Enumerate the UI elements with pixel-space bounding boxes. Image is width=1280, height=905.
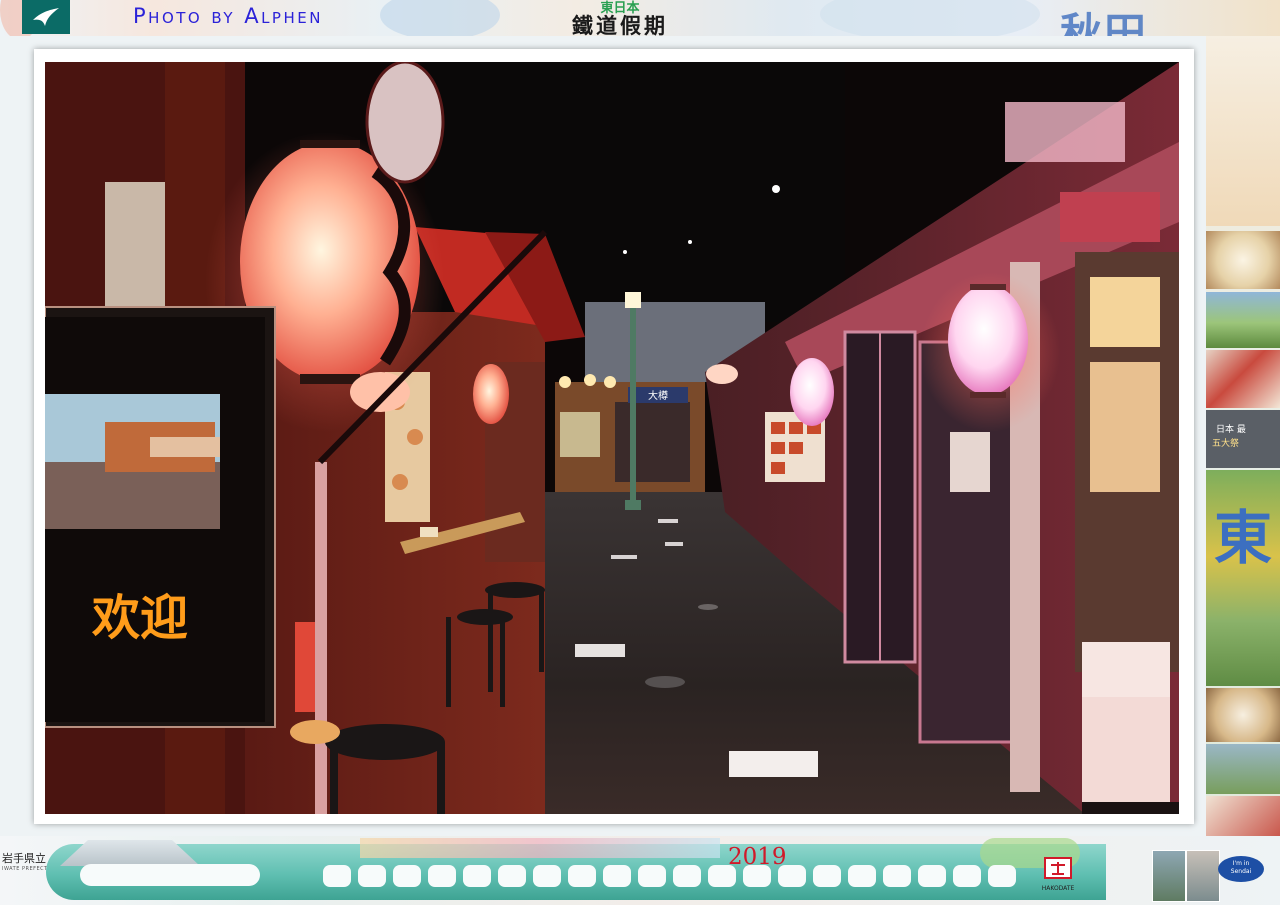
collage-tile	[1206, 350, 1280, 408]
collage-tile	[1206, 36, 1280, 226]
collage-tile	[1206, 744, 1280, 794]
train-window	[568, 865, 596, 887]
led-welcome-sign: 欢迎	[91, 590, 188, 646]
train-window	[883, 865, 911, 887]
collage-tile: 日本 最 五大祭	[1206, 410, 1280, 468]
rail-brand-logo: 東日本 鐵道假期	[450, 0, 790, 36]
sendai-badge-line2: Sendai	[1230, 868, 1252, 875]
train-window	[393, 865, 421, 887]
train-window	[638, 865, 666, 887]
train-nose-window	[80, 864, 260, 886]
banner-decoration	[360, 838, 720, 858]
train-window	[498, 865, 526, 887]
sendai-badge-line1: I'm in	[1232, 860, 1250, 867]
train-window	[848, 865, 876, 887]
train-window	[603, 865, 631, 887]
train-window	[463, 865, 491, 887]
train-window	[813, 865, 841, 887]
hakodate-mascot-icon: HAKODATE	[1040, 856, 1076, 892]
banner-decoration	[820, 0, 1040, 36]
collage-thumbnail	[1152, 850, 1186, 902]
year-label: 2019	[728, 844, 787, 870]
collage-tile	[1206, 796, 1280, 836]
train-window	[673, 865, 701, 887]
crane-logo-icon	[22, 0, 70, 34]
train-window	[358, 865, 386, 887]
rail-brand-main: 鐵道假期	[572, 13, 668, 36]
akita-text: 秋田	[1060, 9, 1149, 36]
collage-tile	[1206, 688, 1280, 742]
collage-thumbnail	[1186, 850, 1220, 902]
photo-credit: Photo by Alphen	[133, 4, 323, 28]
tohoku-char: 東	[1213, 504, 1272, 572]
sendai-badge: I'm in Sendai	[1218, 856, 1264, 882]
hakodate-label: HAKODATE	[1041, 885, 1075, 892]
alley-scene: 大樽 欢迎	[45, 62, 1179, 814]
prefecture-label: 岩手県立	[2, 852, 46, 865]
train-window	[918, 865, 946, 887]
top-banner: Photo by Alphen 東日本 鐵道假期 秋田	[0, 0, 1280, 36]
bottom-banner: 岩手県立 IWATE PREFECTURAL 2019 HAKODATE I'm…	[0, 836, 1280, 905]
collage-tile	[1206, 470, 1280, 686]
train-window	[533, 865, 561, 887]
shop-sign: 大樽	[648, 389, 668, 402]
train-window	[953, 865, 981, 887]
collage-tag: 五大祭	[1212, 439, 1240, 449]
collage-tag: 日本 最	[1216, 425, 1246, 435]
collage-tile	[1206, 231, 1280, 289]
train-window	[323, 865, 351, 887]
collage-tile	[1206, 292, 1280, 348]
train-window	[428, 865, 456, 887]
side-collage: 日本 最 五大祭 東	[1206, 36, 1280, 836]
train-window	[988, 865, 1016, 887]
night-alley-photo: 大樽 欢迎	[45, 62, 1179, 814]
